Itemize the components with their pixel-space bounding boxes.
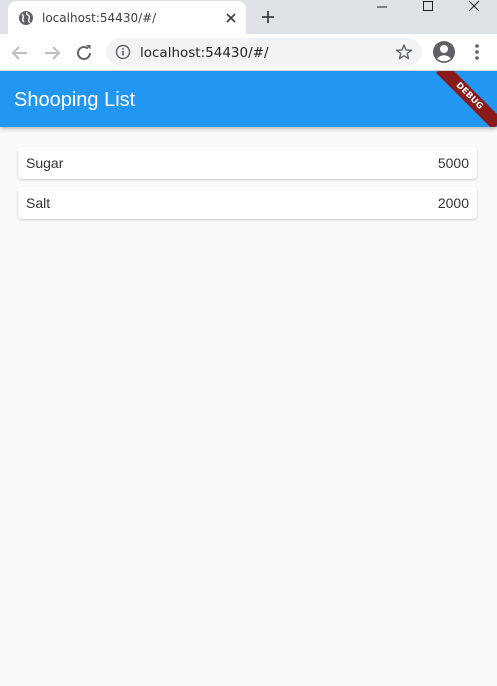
item-name: Sugar <box>26 155 64 171</box>
browser-tab[interactable]: localhost:54430/#/ <box>8 1 246 34</box>
globe-icon <box>19 11 33 25</box>
maximize-button[interactable] <box>405 0 451 30</box>
info-icon[interactable] <box>115 44 131 60</box>
page-title: Shooping List <box>14 89 136 111</box>
tab-strip: localhost:54430/#/ <box>0 0 497 34</box>
maximize-icon <box>423 1 433 11</box>
debug-banner: DEBUG <box>436 71 497 127</box>
close-tab-icon[interactable] <box>222 9 240 27</box>
tab-title: localhost:54430/#/ <box>42 11 157 25</box>
browser-toolbar: localhost:54430/#/ <box>0 34 497 71</box>
profile-avatar-icon[interactable] <box>432 40 456 64</box>
list-item[interactable]: Salt 2000 <box>18 187 477 219</box>
address-bar[interactable]: localhost:54430/#/ <box>106 38 422 66</box>
list-item[interactable]: Sugar 5000 <box>18 147 477 179</box>
item-name: Salt <box>26 195 51 211</box>
forward-arrow-icon[interactable] <box>41 42 63 64</box>
item-value: 2000 <box>437 195 469 211</box>
reload-icon[interactable] <box>73 42 95 64</box>
star-bookmark-icon[interactable] <box>395 43 413 61</box>
minimize-button[interactable] <box>359 0 405 30</box>
url-text: localhost:54430/#/ <box>140 45 269 61</box>
more-options-icon[interactable] <box>468 42 486 62</box>
close-icon <box>468 0 480 12</box>
new-tab-icon[interactable] <box>259 8 277 26</box>
app-bar: Shooping List DEBUG <box>0 71 497 127</box>
shopping-list: Sugar 5000 Salt 2000 <box>18 147 477 227</box>
back-arrow-icon[interactable] <box>9 42 31 64</box>
minimize-icon <box>377 6 387 8</box>
item-value: 5000 <box>437 155 469 171</box>
close-window-button[interactable] <box>451 0 497 30</box>
